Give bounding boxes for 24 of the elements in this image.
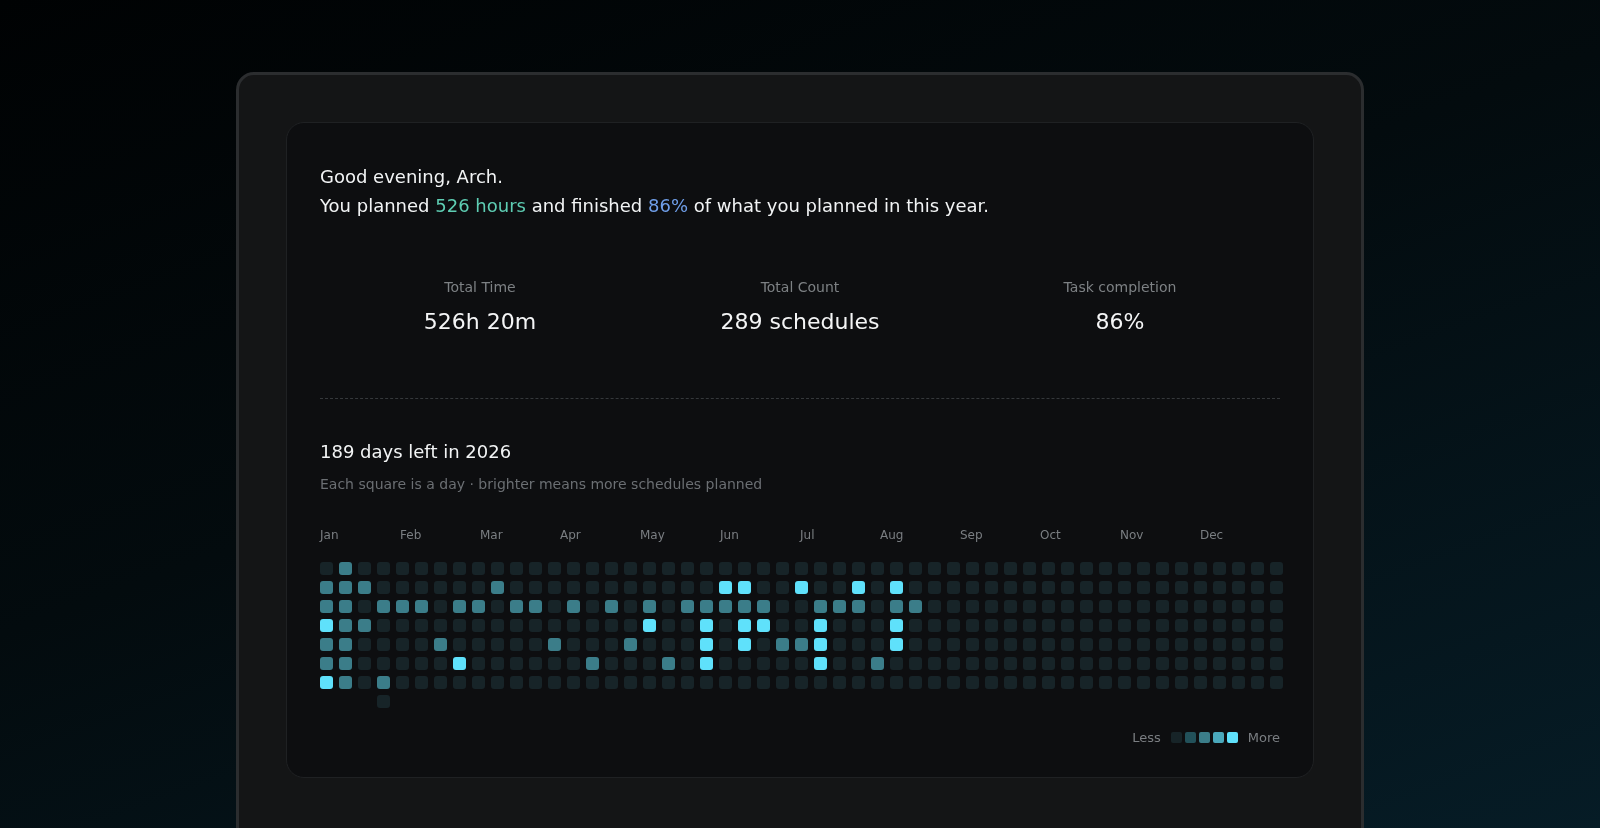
month-label: Jun [720,528,740,542]
stat-label: Total Count [760,279,840,295]
month-label: Jul [800,528,816,542]
stat-label: Total Time [444,279,516,295]
month-label: Nov [1120,528,1145,542]
stat-value: 86% [1095,309,1145,334]
month-label: Feb [400,528,423,542]
month-label: Aug [880,528,905,542]
month-label: Oct [1040,528,1062,542]
legend-less: Less [1132,730,1161,745]
stat-value: 289 schedules [720,309,880,334]
greeting-text: Good evening, Arch. [320,165,504,189]
month-label: Jan [320,528,340,542]
month-label: Sep [960,528,984,542]
month-label: May [640,528,666,542]
heatmap-subtitle: Each square is a day · brighter means more schedules planned [320,476,764,492]
summary-text: You planned 526 hours and finished 86% of what you planned in this year. [320,194,990,218]
heatmap-title: 189 days left in 2026 [320,441,513,462]
legend-more: More [1247,730,1280,745]
stat-value: 526h 20m [423,309,537,334]
month-label: Apr [560,528,582,542]
month-label: Dec [1200,528,1225,542]
month-label: Mar [480,528,504,542]
stat-label: Task completion [1063,279,1177,295]
